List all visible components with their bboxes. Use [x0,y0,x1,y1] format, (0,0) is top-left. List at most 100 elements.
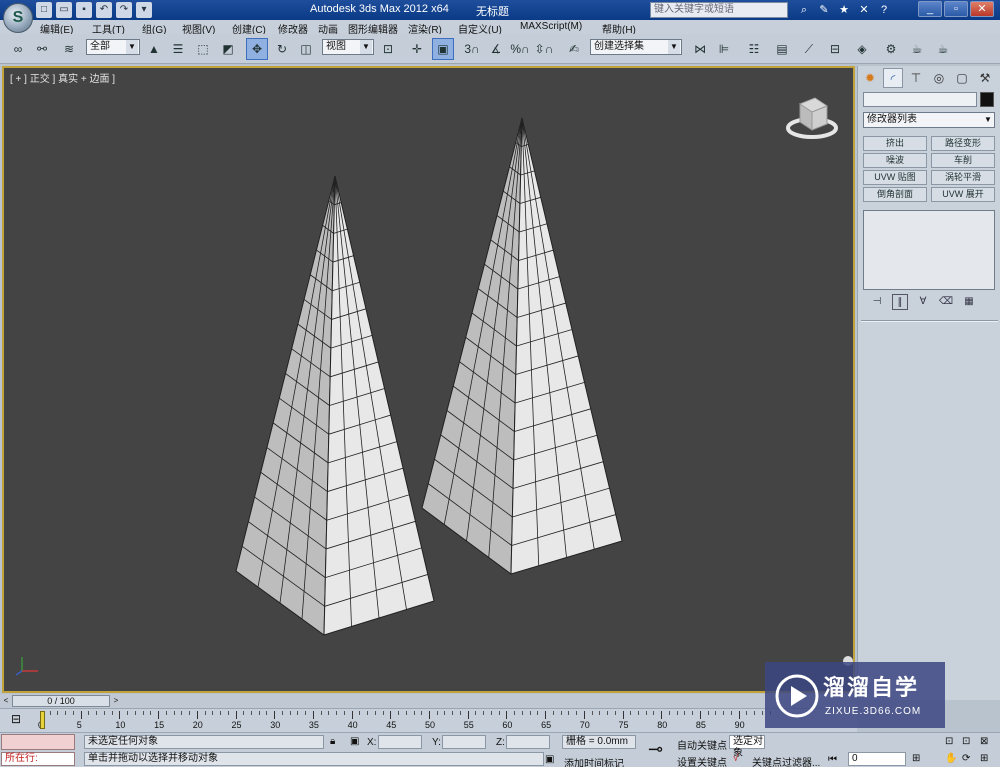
quick-access-dropdown-icon[interactable]: ▾ [136,2,152,18]
hierarchy-tab-icon[interactable]: ⊤ [906,68,926,88]
render-setup-icon[interactable]: ⚙ [880,38,902,60]
save-file-icon[interactable]: ▪ [76,2,92,18]
y-coordinate-field[interactable] [442,735,486,749]
edit-named-selection-icon[interactable]: ✍ [564,38,584,60]
maxscript-listener-input[interactable]: 所在行: [1,752,75,766]
make-unique-icon[interactable]: ∀ [915,294,931,310]
maximize-toggle-icon[interactable]: ⊞ [980,753,988,764]
modifier-button-turbosmooth[interactable]: 涡轮平滑 [931,170,995,185]
help-icon[interactable]: ? [876,2,892,18]
reference-coordinate-dropdown[interactable]: 视图 ▼ [322,39,374,55]
selected-object-dropdown[interactable]: 选定对象 [729,735,765,759]
previous-frame-icon[interactable]: < [0,695,12,707]
undo-icon[interactable]: ↶ [96,2,112,18]
redo-icon[interactable]: ↷ [116,2,132,18]
time-cursor[interactable] [40,711,45,729]
modifier-button-unwrap-uvw[interactable]: UVW 展开 [931,187,995,202]
object-name-field[interactable] [863,92,977,107]
modify-tab-icon[interactable]: ◜ [883,68,903,88]
zoom-extents-icon[interactable]: ⊡ [945,736,953,747]
time-slider-thumb[interactable]: 0 / 100 [12,695,110,707]
bind-spacewarp-icon[interactable]: ≋ [58,38,80,60]
pan-view-icon[interactable]: ✋ [945,753,957,764]
graphite-ribbon-icon[interactable]: ▤ [772,38,792,60]
pin-stack-icon[interactable]: ⊣ [869,294,885,310]
next-frame-icon[interactable]: > [110,695,122,707]
select-manipulate-icon[interactable]: ✛ [406,38,428,60]
menu-maxscript[interactable]: MAXScript(M) [520,21,582,32]
select-and-move-icon[interactable]: ✥ [246,38,268,60]
rendered-frame-window-icon[interactable]: ☕ [906,38,928,60]
modifier-button-noise[interactable]: 噪波 [863,153,927,168]
remove-modifier-icon[interactable]: ⌫ [938,294,954,310]
object-color-swatch[interactable] [980,92,994,107]
layer-manager-icon[interactable]: ☷ [744,38,764,60]
pyramid-object-right[interactable] [421,117,623,575]
mirror-icon[interactable]: ⋈ [690,38,710,60]
pivot-center-icon[interactable]: ⊡ [378,38,398,60]
new-file-icon[interactable]: □ [36,2,52,18]
key-filters-button[interactable]: 关键点过滤器... [752,754,820,767]
auto-key-button[interactable]: 自动关键点 [677,737,727,752]
spinner-snap-icon[interactable]: ⇳∩ [534,38,554,60]
set-key-button[interactable]: 设置关键点 [677,754,727,767]
add-time-tag-icon[interactable]: ▣ [545,754,554,765]
schematic-view-icon[interactable]: ⊟ [824,38,846,60]
modifier-button-uvw-map[interactable]: UVW 贴图 [863,170,927,185]
select-by-name-icon[interactable]: ☰ [168,38,188,60]
orbit-icon[interactable]: ⟳ [962,753,970,764]
star-icon[interactable]: ★ [836,2,852,18]
close-button[interactable]: ✕ [970,1,994,17]
modifier-list-dropdown[interactable]: 修改器列表 ▼ [863,112,995,128]
zoom-extents-all-icon[interactable]: ⊡ [962,736,970,747]
link-icon[interactable]: ∞ [8,38,28,60]
modifier-button-bevel-profile[interactable]: 倒角剖面 [863,187,927,202]
show-end-result-icon[interactable]: ∥ [892,294,908,310]
goto-start-icon[interactable]: ⏮ [828,754,837,765]
pyramid-object-left[interactable] [235,175,435,636]
material-editor-icon[interactable]: ◈ [852,38,872,60]
app-logo-icon[interactable]: S [3,3,33,33]
close-x-icon[interactable]: ✕ [856,2,872,18]
add-time-tag-label[interactable]: 添加时间标记 [564,755,624,767]
select-object-icon[interactable]: ▲ [144,38,164,60]
tools-icon[interactable]: ✎ [816,2,832,18]
rectangular-selection-icon[interactable]: ⬚ [192,38,214,60]
x-coordinate-field[interactable] [378,735,422,749]
open-file-icon[interactable]: ▭ [56,2,72,18]
minimize-button[interactable]: _ [918,1,942,17]
align-icon[interactable]: ⊫ [714,38,734,60]
percent-snap-icon[interactable]: %∩ [510,38,530,60]
modifier-stack-view[interactable] [863,210,995,290]
current-frame-field[interactable]: 0 [848,752,906,766]
set-key-icon[interactable]: ⊸ [648,739,663,760]
maximize-button[interactable]: ▫ [944,1,968,17]
display-tab-icon[interactable]: ▢ [952,68,972,88]
render-production-icon[interactable]: ☕ [932,38,954,60]
select-and-rotate-icon[interactable]: ↻ [272,38,292,60]
perspective-viewport[interactable]: [ + ] 正交 ] 真实 + 边面 ] [2,66,855,693]
keyboard-shortcut-override-icon[interactable]: ▣ [432,38,454,60]
time-config-icon[interactable]: ⊞ [912,753,920,764]
z-coordinate-field[interactable] [506,735,550,749]
modifier-button-extrude[interactable]: 挤出 [863,136,927,151]
unlink-icon[interactable]: ⚯ [32,38,52,60]
utilities-tab-icon[interactable]: ⚒ [975,68,995,88]
motion-tab-icon[interactable]: ◎ [929,68,949,88]
curve-editor-icon[interactable]: ⟋ [798,38,820,60]
viewcube-icon[interactable] [785,90,839,144]
angle-snap-icon[interactable]: ∡ [486,38,506,60]
maxscript-listener-top[interactable] [1,734,75,750]
modifier-button-path-deform[interactable]: 路径变形 [931,136,995,151]
binoculars-icon[interactable]: ⌕ [796,2,812,18]
time-slider[interactable]: < 0 / 100 > [0,694,857,708]
configure-sets-icon[interactable]: ▦ [961,294,977,310]
selection-filter-dropdown[interactable]: 全部 ▼ [86,39,140,55]
lock-icon[interactable]: 🔒︎ [330,736,335,747]
window-crossing-icon[interactable]: ◩ [218,38,238,60]
modifier-button-lathe[interactable]: 车削 [931,153,995,168]
maximize-viewport-icon[interactable]: ⊠ [980,736,988,747]
search-input[interactable]: 键入关键字或短语 [650,2,788,18]
create-tab-icon[interactable]: ✹ [860,68,880,88]
snaps-toggle-icon[interactable]: 3∩ [462,38,482,60]
